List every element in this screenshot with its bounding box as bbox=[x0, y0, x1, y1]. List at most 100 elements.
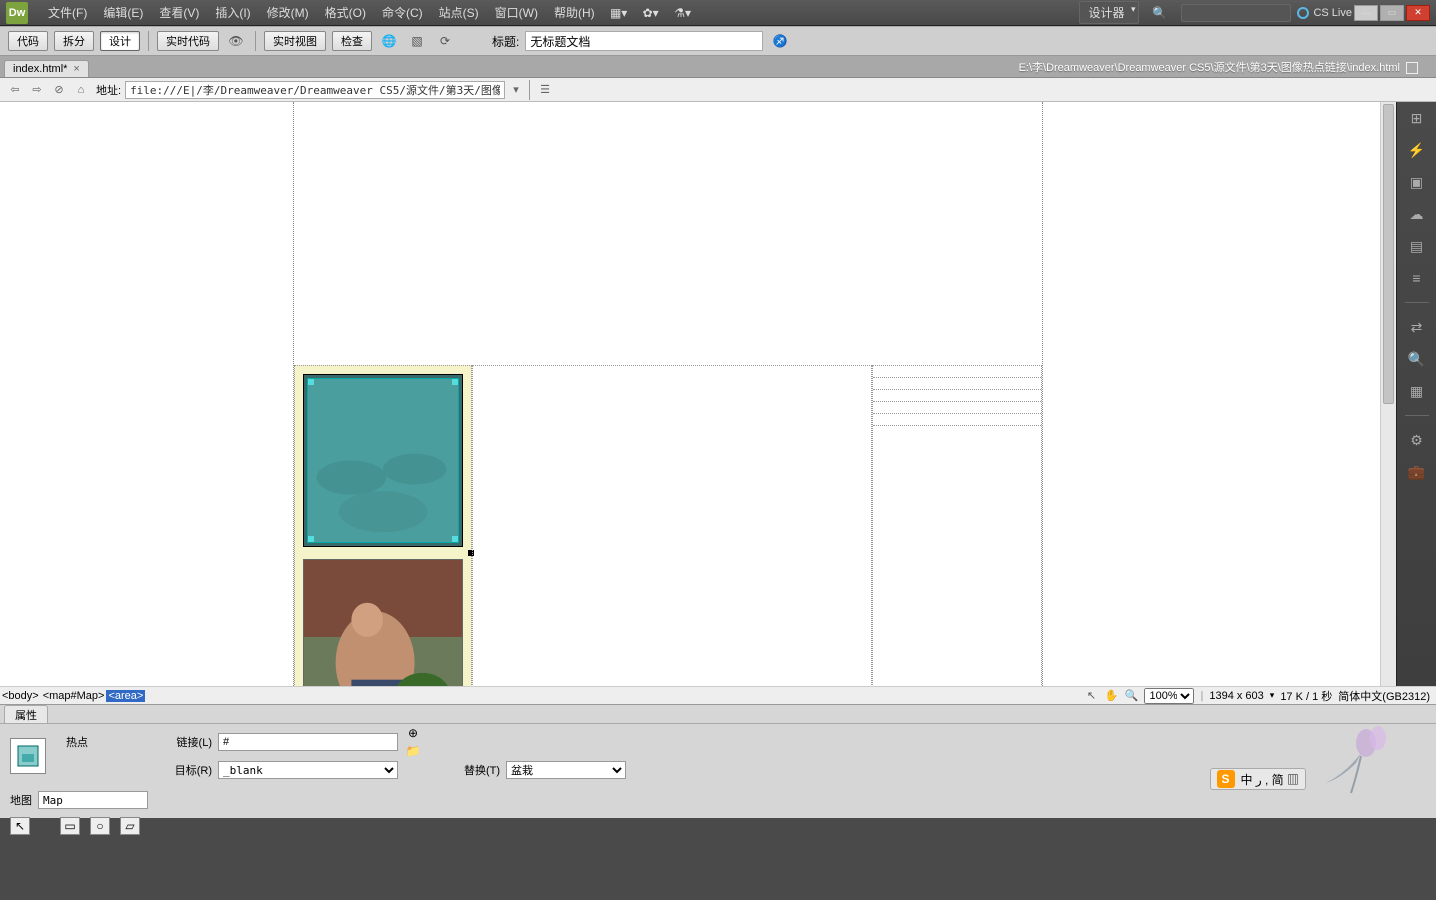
menu-format[interactable]: 格式(O) bbox=[317, 0, 374, 25]
tag-crumb-area[interactable]: <area> bbox=[106, 690, 145, 702]
search-input[interactable] bbox=[1181, 4, 1291, 22]
encoding-display: 简体中文(GB2312) bbox=[1338, 688, 1430, 704]
dock-files-icon[interactable]: ▤ bbox=[1403, 234, 1431, 258]
link-label: 链接(L) bbox=[162, 734, 212, 750]
browser-preview-icon[interactable]: 🌐 bbox=[378, 31, 400, 51]
panel-dock: ⊞ ⚡ ▣ ☁ ▤ ≡ ⇄ 🔍 ▦ ⚙ 💼 bbox=[1396, 102, 1436, 686]
hotspot-handle[interactable] bbox=[452, 379, 458, 385]
dock-behaviors-icon[interactable]: 💼 bbox=[1403, 460, 1431, 484]
close-tab-icon[interactable]: × bbox=[73, 63, 79, 75]
point-to-file-icon[interactable]: ⊕ bbox=[404, 724, 422, 742]
window-minimize[interactable]: — bbox=[1354, 5, 1378, 21]
vertical-scrollbar[interactable] bbox=[1380, 102, 1396, 686]
refresh-icon[interactable]: ⟳ bbox=[434, 31, 456, 51]
rectangle-hotspot-tool[interactable]: ▭ bbox=[60, 817, 80, 835]
cslive-button[interactable]: CS Live bbox=[1297, 7, 1352, 19]
file-tab[interactable]: index.html* × bbox=[4, 60, 89, 77]
menu-modify[interactable]: 修改(M) bbox=[259, 0, 317, 25]
extend-icon[interactable]: ✿▾ bbox=[638, 3, 664, 23]
sidebar-cell[interactable] bbox=[872, 365, 1042, 686]
circle-hotspot-tool[interactable]: ○ bbox=[90, 817, 110, 835]
guide-right bbox=[1042, 102, 1043, 686]
dock-frames-icon[interactable]: ▦ bbox=[1403, 379, 1431, 403]
map-name-input[interactable] bbox=[38, 791, 148, 809]
select-tool-icon[interactable]: ↖ bbox=[1084, 689, 1098, 703]
nav-back-icon[interactable]: ⇦ bbox=[6, 81, 24, 99]
nav-home-icon[interactable]: ⌂ bbox=[72, 81, 90, 99]
zoom-tool-icon[interactable]: 🔍 bbox=[1124, 689, 1138, 703]
address-dropdown-icon[interactable]: ▾ bbox=[509, 81, 523, 99]
view-split-button[interactable]: 拆分 bbox=[54, 31, 94, 51]
menu-commands[interactable]: 命令(C) bbox=[374, 0, 431, 25]
image-cell[interactable] bbox=[294, 365, 472, 686]
dimensions-display: 1394 x 603 bbox=[1209, 690, 1263, 702]
hotspot-section-label: 热点 bbox=[66, 734, 156, 750]
menu-file[interactable]: 文件(F) bbox=[40, 0, 95, 25]
menu-insert[interactable]: 插入(I) bbox=[207, 0, 258, 25]
options-icon[interactable]: ☰ bbox=[536, 81, 554, 99]
hotspot-handle[interactable] bbox=[308, 379, 314, 385]
rectangular-hotspot[interactable] bbox=[307, 378, 459, 543]
file-management-icon[interactable]: ♐ bbox=[769, 31, 791, 51]
main-content-cell[interactable] bbox=[472, 365, 872, 686]
related-files-icon[interactable] bbox=[1406, 62, 1418, 74]
title-label: 标题: bbox=[492, 33, 519, 50]
menu-edit[interactable]: 编辑(E) bbox=[95, 0, 151, 25]
workspace-selector[interactable]: 设计器 bbox=[1079, 1, 1139, 24]
window-maximize[interactable]: ▭ bbox=[1380, 5, 1404, 21]
visual-aids-icon[interactable]: ▧ bbox=[406, 31, 428, 51]
layout-icon[interactable]: ▦▾ bbox=[606, 3, 632, 23]
live-code-button[interactable]: 实时代码 bbox=[157, 31, 219, 51]
alt-label: 替换(T) bbox=[440, 762, 500, 778]
properties-tab[interactable]: 属性 bbox=[4, 705, 48, 724]
scrollbar-thumb[interactable] bbox=[1383, 104, 1394, 404]
dock-bc-icon[interactable]: ☁ bbox=[1403, 202, 1431, 226]
page-title-input[interactable] bbox=[525, 31, 763, 51]
file-tab-label: index.html* bbox=[13, 63, 67, 75]
pointer-hotspot-tool[interactable]: ↖ bbox=[10, 817, 30, 835]
alt-select[interactable]: 盆栽 bbox=[506, 761, 626, 779]
dock-assets-icon[interactable]: ≡ bbox=[1403, 266, 1431, 290]
dock-snippets-icon[interactable]: ⇄ bbox=[1403, 315, 1431, 339]
link-input[interactable] bbox=[218, 733, 398, 751]
design-canvas[interactable]: 人人素材 ↖ bbox=[0, 102, 1380, 686]
properties-panel: 属性 热点 链接(L) ⊕📁 目标(R) _blank 替换(T) 盆栽 地图 … bbox=[0, 704, 1436, 818]
zoom-select[interactable]: 100% bbox=[1144, 688, 1194, 704]
address-input[interactable] bbox=[125, 81, 505, 99]
map-label: 地图 bbox=[10, 792, 32, 808]
address-bar: ⇦ ⇨ ⊘ ⌂ 地址: ▾ ☰ bbox=[0, 78, 1436, 102]
ime-toolbar[interactable]: S 中 ر , 简 ▥ bbox=[1210, 768, 1306, 790]
hotspot-handle[interactable] bbox=[308, 536, 314, 542]
menu-site[interactable]: 站点(S) bbox=[431, 0, 487, 25]
nav-stop-icon[interactable]: ⊘ bbox=[50, 81, 68, 99]
menu-help[interactable]: 帮助(H) bbox=[546, 0, 603, 25]
view-design-button[interactable]: 设计 bbox=[100, 31, 140, 51]
view-code-button[interactable]: 代码 bbox=[8, 31, 48, 51]
target-select[interactable]: _blank bbox=[218, 761, 398, 779]
inspect-tool-icon[interactable]: 👁 bbox=[225, 31, 247, 51]
inspect-button[interactable]: 检查 bbox=[332, 31, 372, 51]
tag-crumb-map[interactable]: <map#Map> bbox=[41, 690, 107, 702]
dock-insert-icon[interactable]: ⊞ bbox=[1403, 106, 1431, 130]
tool-icon[interactable]: ⚗▾ bbox=[670, 3, 696, 23]
polygon-hotspot-tool[interactable]: ▱ bbox=[120, 817, 140, 835]
search-icon[interactable]: 🔍 bbox=[1146, 3, 1172, 23]
menu-window[interactable]: 窗口(W) bbox=[487, 0, 546, 25]
size-time-display: 17 K / 1 秒 bbox=[1280, 688, 1332, 704]
image-with-hotspot[interactable] bbox=[303, 374, 463, 547]
dock-bindings-icon[interactable]: ⚙ bbox=[1403, 428, 1431, 452]
dock-find-icon[interactable]: 🔍 bbox=[1403, 347, 1431, 371]
window-close[interactable]: ✕ bbox=[1406, 5, 1430, 21]
image-secondary[interactable] bbox=[303, 559, 463, 686]
ime-status: 中 ر , 简 ▥ bbox=[1241, 771, 1299, 788]
hotspot-handle[interactable] bbox=[452, 536, 458, 542]
tag-crumb-body[interactable]: <body> bbox=[0, 690, 41, 702]
hand-tool-icon[interactable]: ✋ bbox=[1104, 689, 1118, 703]
nav-forward-icon[interactable]: ⇨ bbox=[28, 81, 46, 99]
dock-ap-icon[interactable]: ▣ bbox=[1403, 170, 1431, 194]
photo-gardener bbox=[304, 560, 462, 686]
browse-folder-icon[interactable]: 📁 bbox=[404, 742, 422, 760]
menu-view[interactable]: 查看(V) bbox=[151, 0, 207, 25]
dock-css-icon[interactable]: ⚡ bbox=[1403, 138, 1431, 162]
live-view-button[interactable]: 实时视图 bbox=[264, 31, 326, 51]
